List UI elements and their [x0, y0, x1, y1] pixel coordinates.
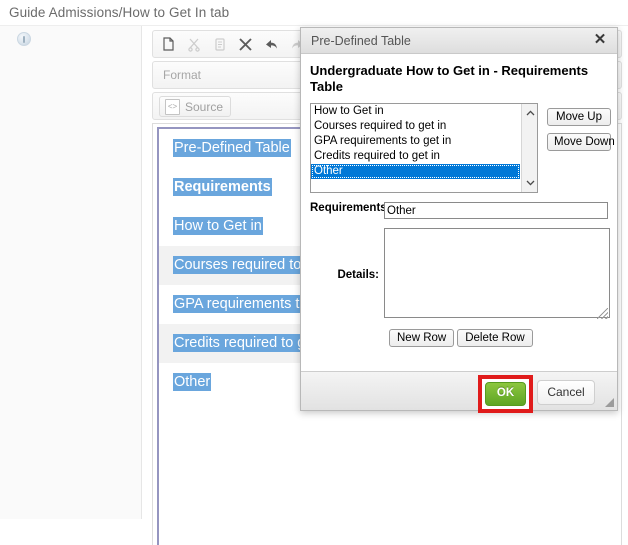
table-cell-text: Other: [173, 373, 212, 391]
paste-icon[interactable]: [159, 36, 176, 53]
dialog-resize-grip-icon[interactable]: [605, 398, 614, 407]
delete-row-button[interactable]: Delete Row: [457, 329, 533, 347]
dialog-titlebar[interactable]: Pre-Defined Table ✕: [301, 28, 617, 54]
row-button-group: New Row Delete Row: [389, 329, 608, 347]
requirements-field-row: Requirements:: [310, 202, 608, 219]
ok-button-highlight: OK: [478, 375, 533, 413]
cut-icon[interactable]: [185, 36, 202, 53]
chevron-down-icon[interactable]: [522, 175, 537, 191]
dialog-title: Pre-Defined Table: [311, 34, 411, 48]
details-textarea[interactable]: [384, 228, 610, 318]
listbox-scrollbar[interactable]: [521, 104, 537, 192]
source-button-label: Source: [185, 99, 224, 114]
ok-button[interactable]: OK: [485, 382, 526, 406]
requirements-listbox[interactable]: How to Get in Courses required to get in…: [310, 103, 538, 193]
pre-defined-table-dialog: Pre-Defined Table ✕ Undergraduate How to…: [300, 27, 618, 413]
page-header: Guide Admissions/How to Get In tab: [0, 0, 628, 26]
move-down-button[interactable]: Move Down: [547, 133, 615, 151]
help-info-icon[interactable]: [17, 32, 31, 46]
requirements-input[interactable]: [384, 202, 608, 219]
new-row-button[interactable]: New Row: [389, 329, 455, 347]
listbox-options: How to Get in Courses required to get in…: [311, 104, 520, 179]
source-button[interactable]: <> Source: [159, 96, 232, 117]
paste-as-plain-text-icon[interactable]: [237, 36, 254, 53]
details-textarea-wrap: [384, 228, 610, 321]
source-code-icon: <>: [165, 98, 180, 115]
details-label: Details:: [337, 268, 379, 281]
table-cell-text: How to Get in: [173, 217, 263, 235]
list-item[interactable]: GPA requirements to get in: [311, 134, 520, 149]
list-item[interactable]: Courses required to get in: [311, 119, 520, 134]
left-panel: [0, 26, 142, 519]
list-item[interactable]: Credits required to get in: [311, 149, 520, 164]
details-field-row: Details:: [310, 228, 610, 321]
format-dropdown[interactable]: Format: [163, 68, 201, 82]
toolbar-icon-group: [159, 31, 306, 57]
dialog-heading: Undergraduate How to Get in - Requiremen…: [310, 63, 589, 94]
close-icon[interactable]: ✕: [592, 32, 608, 48]
breadcrumb: Guide Admissions/How to Get In tab: [9, 5, 230, 20]
cancel-button[interactable]: Cancel: [537, 380, 595, 405]
table-cell-text: Requirements: [173, 178, 272, 196]
undo-icon[interactable]: [263, 36, 280, 53]
dialog-footer: OK Cancel: [301, 371, 617, 413]
copy-icon[interactable]: [211, 36, 228, 53]
chevron-up-icon[interactable]: [522, 105, 537, 121]
reorder-button-group: Move Up Move Down: [547, 108, 615, 158]
move-up-button[interactable]: Move Up: [547, 108, 611, 126]
list-item[interactable]: How to Get in: [311, 104, 520, 119]
requirements-label: Requirements:: [310, 202, 391, 214]
table-cell-text: Pre-Defined Table: [173, 139, 291, 157]
list-item-selected[interactable]: Other: [311, 164, 520, 179]
dialog-body: Undergraduate How to Get in - Requiremen…: [301, 54, 617, 371]
